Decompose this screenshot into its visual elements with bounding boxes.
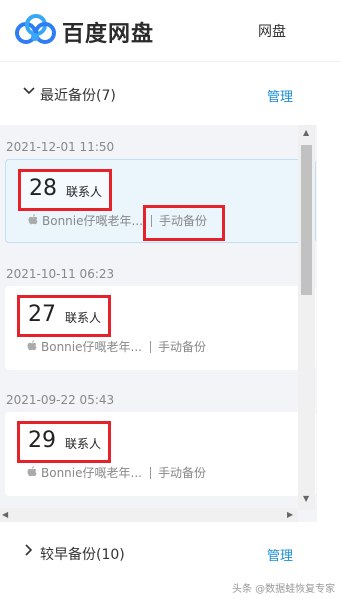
scroll-up-arrow-icon[interactable]: ▲ <box>303 129 309 137</box>
earlier-backups-title: 较早备份(10) <box>40 547 125 563</box>
backup-card[interactable]: 28 联系人 Bonnie仔嘅老年... 手动备份 <box>5 159 316 243</box>
contact-count-label: 联系人 <box>65 311 102 325</box>
vertical-scrollbar[interactable]: ▲ ▼ <box>298 125 315 510</box>
app-header: 百度网盘 网盘 <box>0 0 341 62</box>
scroll-right-arrow-icon[interactable]: ▶ <box>287 511 293 519</box>
baidu-netdisk-logo-icon <box>15 14 56 44</box>
nav-netdisk[interactable]: 网盘 <box>258 21 286 41</box>
watermark: 头条 @数据蛙恢复专家 <box>232 584 336 595</box>
device-name: Bonnie仔嘅老年... <box>42 214 143 228</box>
backup-date: 2021-12-01 11:50 <box>6 140 115 154</box>
contact-count-box: 28 联系人 <box>18 169 112 211</box>
apple-icon <box>27 466 37 477</box>
contact-count-box: 29 联系人 <box>17 421 111 463</box>
backup-date: 2021-10-11 06:23 <box>6 267 115 281</box>
earlier-backups-header[interactable]: 较早备份(10) 管理 <box>0 533 341 573</box>
recent-manage-link[interactable]: 管理 <box>267 86 293 105</box>
contact-count-label: 联系人 <box>65 437 102 451</box>
chevron-right-icon <box>25 544 33 556</box>
divider <box>150 467 151 479</box>
apple-icon <box>28 214 38 225</box>
scroll-left-arrow-icon[interactable]: ◀ <box>2 511 8 519</box>
earlier-manage-link[interactable]: 管理 <box>267 545 293 564</box>
device-name: Bonnie仔嘅老年... <box>41 466 142 480</box>
backup-list: 2021-12-01 11:50 28 联系人 Bonnie仔嘅老年... 手动… <box>0 125 317 522</box>
brand-title: 百度网盘 <box>62 22 155 47</box>
backup-mode: 手动备份 <box>158 466 207 480</box>
divider <box>150 341 151 353</box>
recent-backups-title: 最近备份(7) <box>40 88 116 104</box>
apple-icon <box>27 340 37 351</box>
recent-backups-header[interactable]: 最近备份(7) 管理 <box>0 74 341 114</box>
backup-mode: 手动备份 <box>158 340 207 354</box>
backup-date: 2021-09-22 05:43 <box>6 393 115 407</box>
contact-count-label: 联系人 <box>66 185 103 199</box>
device-name: Bonnie仔嘅老年... <box>41 340 142 354</box>
mode-highlight-box <box>143 205 225 241</box>
backup-card[interactable]: 27 联系人 Bonnie仔嘅老年... 手动备份 <box>5 286 316 370</box>
contact-count-box: 27 联系人 <box>17 295 111 337</box>
chevron-down-icon <box>23 87 35 95</box>
horizontal-scrollbar[interactable]: ◀ ▶ <box>0 508 298 522</box>
scroll-down-arrow-icon[interactable]: ▼ <box>303 495 309 503</box>
contact-count: 27 <box>28 302 56 327</box>
backup-card[interactable]: 29 联系人 Bonnie仔嘅老年... 手动备份 <box>5 412 316 496</box>
contact-count: 28 <box>29 176 57 201</box>
vertical-scroll-thumb[interactable] <box>301 145 312 295</box>
contact-count: 29 <box>28 428 56 453</box>
